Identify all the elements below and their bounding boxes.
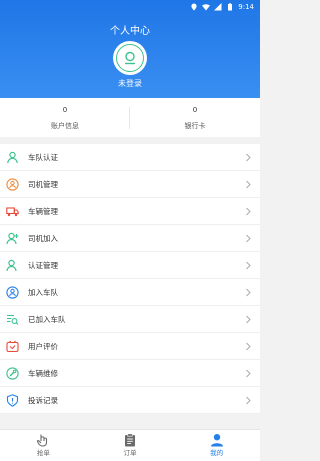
menu-item-label: 车队认证 — [28, 152, 58, 162]
person-icon — [7, 151, 18, 164]
list-search-icon — [7, 314, 19, 325]
tab-label: 抢单 — [36, 449, 50, 457]
bottom-tab-bar: 抢单 订单 我的 — [0, 429, 260, 461]
stat-label: 账户信息 — [51, 122, 79, 130]
stat-label: 银行卡 — [184, 122, 206, 130]
chevron-right-icon — [246, 342, 251, 351]
status-bar: 9:14 — [0, 0, 260, 14]
menu-item-label: 加入车队 — [28, 287, 58, 297]
tab-label: 订单 — [123, 449, 137, 457]
profile-header: 个人中心 未登录 — [0, 0, 260, 98]
stats-bar: 0 账户信息 0 银行卡 — [0, 98, 260, 137]
signal-icon — [214, 3, 222, 11]
truck-icon — [6, 207, 19, 217]
profile-icon — [210, 434, 223, 447]
person-check-icon — [6, 259, 17, 272]
chevron-right-icon — [246, 153, 251, 162]
menu-item-user-reviews[interactable]: 用户评价 — [0, 333, 260, 360]
chevron-right-icon — [246, 369, 251, 378]
chevron-right-icon — [246, 234, 251, 243]
order-icon — [125, 433, 135, 447]
tab-orders[interactable]: 订单 — [87, 430, 174, 461]
battery-icon — [228, 3, 233, 11]
tab-grab-order[interactable]: 抢单 — [0, 430, 87, 461]
menu-item-label: 认证管理 — [28, 260, 58, 270]
menu-item-label: 车辆管理 — [28, 206, 58, 216]
login-status[interactable]: 未登录 — [0, 78, 260, 89]
wrench-icon — [6, 367, 19, 380]
menu-item-certification-management[interactable]: 认证管理 — [0, 252, 260, 279]
location-icon — [191, 3, 197, 11]
tab-label: 我的 — [210, 449, 224, 457]
menu-item-label: 司机管理 — [28, 179, 58, 189]
menu-item-label: 已加入车队 — [28, 314, 66, 324]
menu-item-label: 投诉记录 — [28, 395, 58, 405]
chevron-right-icon — [246, 180, 251, 189]
status-time: 9:14 — [238, 3, 254, 11]
menu-item-fleet-certification[interactable]: 车队认证 — [0, 144, 260, 171]
grab-order-icon — [37, 434, 48, 447]
menu-list: 车队认证 司机管理 车辆管理 司机加入 认证管理 加入车队 已加入车队 用户评价 — [0, 144, 260, 414]
chevron-right-icon — [246, 207, 251, 216]
chevron-right-icon — [246, 315, 251, 324]
menu-item-label: 车辆维修 — [28, 368, 58, 378]
rating-icon — [6, 340, 19, 353]
avatar-ring — [116, 44, 144, 72]
driver-manage-icon — [6, 178, 19, 191]
chevron-right-icon — [246, 288, 251, 297]
avatar-icon — [125, 51, 135, 65]
team-join-icon — [6, 286, 19, 299]
avatar[interactable] — [113, 41, 147, 75]
page-title: 个人中心 — [110, 26, 150, 37]
menu-item-vehicle-repair[interactable]: 车辆维修 — [0, 360, 260, 387]
tab-mine[interactable]: 我的 — [173, 430, 260, 461]
menu-item-label: 司机加入 — [28, 233, 58, 243]
chevron-right-icon — [246, 261, 251, 270]
shield-icon — [6, 394, 19, 407]
menu-item-vehicle-management[interactable]: 车辆管理 — [0, 198, 260, 225]
person-add-icon — [6, 232, 19, 245]
chevron-right-icon — [246, 396, 251, 405]
menu-item-label: 用户评价 — [28, 341, 58, 351]
wifi-icon — [202, 4, 211, 11]
stat-value: 0 — [62, 106, 68, 114]
stat-bank-card[interactable]: 0 银行卡 — [130, 98, 260, 137]
menu-item-joined-fleets[interactable]: 已加入车队 — [0, 306, 260, 333]
menu-item-driver-join[interactable]: 司机加入 — [0, 225, 260, 252]
stat-value: 0 — [192, 106, 198, 114]
menu-item-driver-management[interactable]: 司机管理 — [0, 171, 260, 198]
menu-item-join-fleet[interactable]: 加入车队 — [0, 279, 260, 306]
menu-item-complaint-records[interactable]: 投诉记录 — [0, 387, 260, 414]
stat-account-info[interactable]: 0 账户信息 — [0, 98, 130, 137]
